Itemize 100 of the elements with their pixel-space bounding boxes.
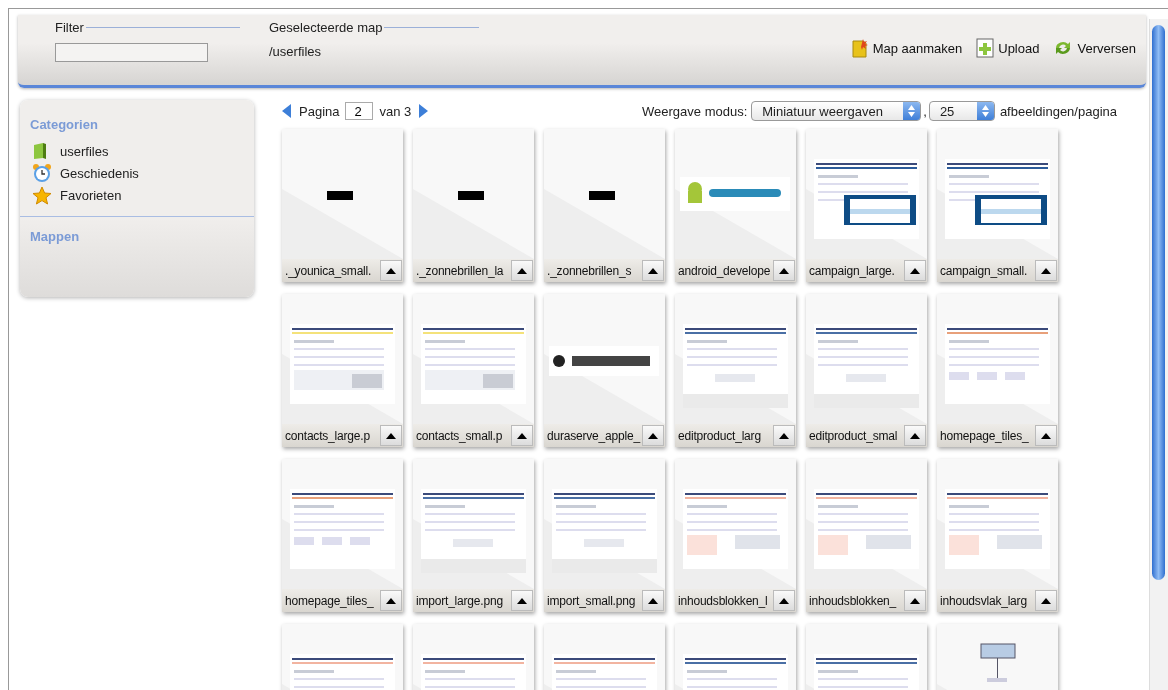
file-name: inhoudsblokken_ [809, 593, 898, 608]
caret-up-icon [386, 267, 396, 274]
menu-button[interactable] [511, 260, 533, 281]
caret-up-icon [779, 432, 789, 439]
thumbnail-card[interactable]: homepage_tiles_ [937, 294, 1058, 447]
refresh-button[interactable]: Verversen [1053, 38, 1136, 58]
caret-up-icon [648, 597, 658, 604]
file-name: import_small.png [547, 593, 637, 608]
caret-up-icon [1041, 432, 1051, 439]
plus-icon [976, 38, 995, 58]
thumbnail-card[interactable]: editproduct_larg [675, 294, 796, 447]
thumbnail-card[interactable]: android_develope [675, 129, 796, 282]
scrollbar[interactable] [1149, 19, 1168, 690]
separator: , [923, 103, 927, 119]
section-heading: Mappen [29, 229, 81, 244]
filter-label: Filter [55, 20, 84, 35]
caret-up-icon [779, 597, 789, 604]
thumbnail-card[interactable]: campaign_large. [806, 129, 927, 282]
menu-button[interactable] [642, 590, 664, 611]
menu-button[interactable] [511, 425, 533, 446]
stepper-icon [981, 105, 989, 117]
thumbnail-card[interactable]: import_small.png [544, 459, 665, 612]
category-item[interactable]: Favorieten [20, 184, 254, 206]
previous-icon[interactable] [282, 104, 291, 118]
file-name: duraserve_apple_ [547, 428, 641, 443]
caret-up-icon [648, 432, 658, 439]
caret-up-icon [910, 597, 920, 604]
menu-button[interactable] [773, 260, 795, 281]
file-name: contacts_small.p [416, 428, 504, 443]
menu-button[interactable] [380, 590, 402, 611]
folder-path: /userfiles [269, 44, 323, 59]
view-mode-label: Weergave modus: [642, 103, 748, 119]
menu-button[interactable] [1035, 260, 1057, 281]
thumbnail-card[interactable]: homepage_tiles_ [282, 459, 403, 612]
book-icon [32, 142, 48, 160]
per-page-select[interactable]: 25 [928, 101, 995, 121]
thumbnail-card[interactable]: duraserve_apple_ [544, 294, 665, 447]
file-name: campaign_small. [940, 263, 1029, 278]
file-name: inhoudsblokken_l [678, 593, 769, 608]
caret-up-icon [517, 597, 527, 604]
file-name: homepage_tiles_ [940, 428, 1030, 443]
menu-button[interactable] [511, 590, 533, 611]
stepper-icon [908, 105, 916, 117]
thumbnail-card[interactable]: contacts_large.p [282, 294, 403, 447]
view-mode-select[interactable]: Miniatuur weergaven [751, 101, 922, 121]
thumbnail-card[interactable]: campaign_small. [937, 129, 1058, 282]
new-folder-button[interactable]: Map aanmaken [850, 38, 963, 58]
caret-up-icon [910, 267, 920, 274]
menu-button[interactable] [642, 425, 664, 446]
category-item[interactable]: Geschiedenis [20, 162, 254, 184]
caret-up-icon [386, 597, 396, 604]
file-name: android_develope [678, 263, 772, 278]
menu-button[interactable] [380, 260, 402, 281]
caret-up-icon [517, 432, 527, 439]
caret-up-icon [386, 432, 396, 439]
thumbnail-card[interactable]: inhoudsvlak_larg [937, 459, 1058, 612]
file-name: ._zonnebrillen_s [547, 263, 633, 278]
menu-button[interactable] [904, 260, 926, 281]
alarm-clock-icon [32, 163, 52, 183]
file-name: campaign_large. [809, 263, 896, 278]
file-name: inhoudsvlak_larg [940, 593, 1028, 608]
menu-button[interactable] [380, 425, 402, 446]
menu-button[interactable] [773, 590, 795, 611]
caret-up-icon [1041, 267, 1051, 274]
caret-up-icon [1041, 597, 1051, 604]
menu-button[interactable] [773, 425, 795, 446]
upload-button[interactable]: Upload [976, 38, 1040, 58]
caret-up-icon [648, 267, 658, 274]
page-field[interactable]: 2 [345, 102, 374, 120]
menu-button[interactable] [904, 425, 926, 446]
file-name: editproduct_larg [678, 428, 762, 443]
file-name: homepage_tiles_ [285, 593, 375, 608]
section-heading: Categorien [29, 117, 99, 132]
page-count: van 3 [379, 103, 412, 119]
menu-button[interactable] [1035, 425, 1057, 446]
next-icon[interactable] [419, 104, 429, 118]
thumbnail-card[interactable]: inhoudsblokken_ [806, 459, 927, 612]
thumbnail-card[interactable]: inhoudsblokken_l [675, 459, 796, 612]
thumbnail-card[interactable]: ._younica_small. [282, 129, 403, 282]
category-item[interactable]: userfiles [20, 140, 254, 162]
caret-up-icon [517, 267, 527, 274]
caret-up-icon [910, 432, 920, 439]
file-name: contacts_large.p [285, 428, 371, 443]
menu-button[interactable] [1035, 590, 1057, 611]
thumbnail-card[interactable]: editproduct_smal [806, 294, 927, 447]
folder-icon [850, 38, 869, 58]
page-label: Pagina [299, 103, 340, 119]
thumbnail-card[interactable]: contacts_small.p [413, 294, 534, 447]
star-icon [32, 185, 52, 205]
menu-button[interactable] [642, 260, 664, 281]
file-name: ._younica_small. [285, 263, 373, 278]
folder-label: Geselecteerde map [269, 20, 383, 35]
file-name: ._zonnebrillen_la [416, 263, 505, 278]
menu-button[interactable] [904, 590, 926, 611]
per-page-label: afbeeldingen/pagina [999, 103, 1117, 119]
thumbnail-card[interactable]: ._zonnebrillen_la [413, 129, 534, 282]
thumbnail-card[interactable]: ._zonnebrillen_s [544, 129, 665, 282]
caret-up-icon [779, 267, 789, 274]
filter-field[interactable] [55, 43, 208, 62]
thumbnail-card[interactable]: import_large.png [413, 459, 534, 612]
